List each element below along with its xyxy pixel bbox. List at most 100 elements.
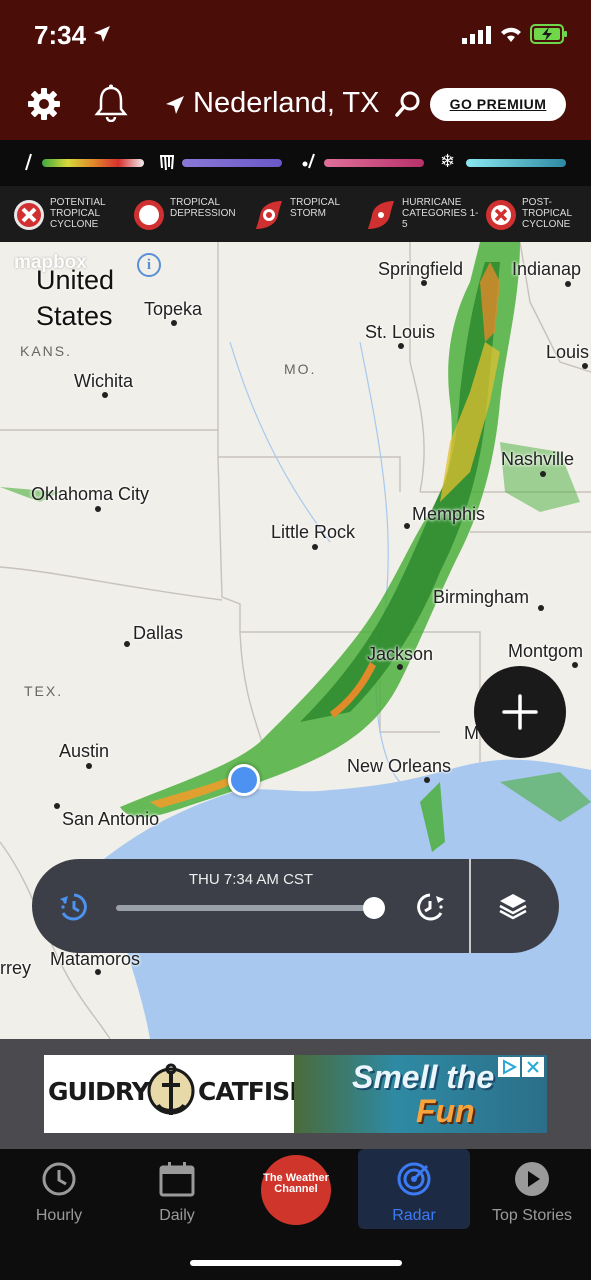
player-divider (469, 859, 471, 953)
add-location-button[interactable] (474, 666, 566, 758)
go-premium-button[interactable]: GO PREMIUM (430, 88, 566, 121)
city-label: Indianap (512, 259, 582, 279)
snow-legend: ❄ (440, 151, 568, 174)
legend-tropical-depression: TROPICAL DEPRESSION (132, 194, 250, 234)
potential-cyclone-icon (14, 200, 44, 230)
app-header: 7:34 Nederland, TX GO PREMIUM (0, 0, 591, 140)
tropical-storm-icon (256, 201, 282, 229)
tropical-depression-icon (134, 200, 164, 230)
legend-post-tropical-cyclone: POST-TROPICAL CYCLONE (484, 194, 588, 234)
rain-legend (22, 152, 147, 174)
state-label: KANS. (20, 343, 73, 359)
city-label: Austin (59, 741, 110, 761)
snowflake-icon: ❄ (440, 151, 456, 171)
country-label: United States (36, 265, 115, 331)
close-ad-icon[interactable] (522, 1057, 544, 1077)
city-dot (124, 641, 130, 647)
city-label: Wichita (74, 371, 134, 391)
mix-scale-bar (324, 159, 424, 167)
city-dot (421, 280, 427, 286)
radar-timestamp: THU 7:34 AM CST (188, 871, 314, 888)
location-title[interactable]: Nederland, TX (193, 87, 379, 120)
tropical-legend: POTENTIAL TROPICAL CYCLONE TROPICAL DEPR… (0, 186, 591, 242)
cellular-signal-icon (462, 26, 491, 44)
city-dot (86, 763, 92, 769)
notifications-bell-icon[interactable] (94, 84, 128, 122)
city-dot (102, 392, 108, 398)
post-tropical-cyclone-icon (486, 200, 516, 230)
future-radar-icon[interactable] (414, 891, 446, 923)
city-dot (540, 471, 546, 477)
rain-scale-bar (42, 159, 144, 167)
ice-icon (160, 155, 174, 171)
snow-scale-bar (466, 159, 566, 167)
city-label: San Antonio (62, 809, 160, 829)
past-radar-icon[interactable] (58, 891, 90, 923)
nav-header: Nederland, TX GO PREMIUM (0, 70, 591, 140)
tab-radar[interactable]: Radar (358, 1149, 470, 1229)
play-circle-icon (515, 1162, 549, 1196)
city-label: Montgom (508, 641, 584, 661)
adchoices-icon[interactable] (498, 1057, 520, 1077)
city-label: Louis (546, 342, 590, 362)
search-icon[interactable] (395, 90, 421, 118)
legend-hurricane: HURRICANE CATEGORIES 1-5 (364, 194, 482, 234)
radar-playback-control: THU 7:34 AM CST (32, 859, 559, 953)
city-label: Jackson (367, 644, 434, 664)
ad-banner-container: GUIDRY'S CATFISH Smell the Fun (0, 1039, 591, 1149)
wifi-icon (501, 27, 521, 42)
city-dot (312, 544, 318, 550)
city-dot (404, 523, 410, 529)
radar-timeline-handle[interactable] (363, 897, 386, 919)
map-layers-icon[interactable] (498, 891, 528, 921)
mix-legend (300, 152, 428, 174)
home-indicator[interactable] (190, 1260, 402, 1266)
tab-daily[interactable]: Daily (118, 1149, 236, 1229)
city-dot (582, 363, 588, 369)
status-time: 7:34 (34, 20, 87, 50)
state-label: MO. (284, 361, 317, 377)
ad-tagline-2: Fun (416, 1093, 475, 1129)
city-label: Memphis (412, 504, 486, 524)
city-label: Topeka (144, 299, 203, 319)
plus-icon (502, 694, 538, 730)
legend-tropical-storm: TROPICAL STORM (252, 194, 362, 234)
city-dot (95, 506, 101, 512)
city-dot (538, 605, 544, 611)
state-label: TEX. (24, 683, 64, 699)
ice-scale-bar (182, 159, 282, 167)
city-label: rrey (0, 958, 31, 978)
hurricane-icon (368, 201, 394, 229)
settings-gear-icon[interactable] (26, 86, 62, 122)
ice-legend (158, 152, 288, 174)
tab-hourly[interactable]: Hourly (0, 1149, 118, 1229)
city-dot (565, 281, 571, 287)
city-label: Birmingham (433, 587, 530, 607)
city-dot (95, 969, 101, 975)
city-label: Dallas (133, 623, 184, 643)
city-dot (54, 803, 60, 809)
radar-map[interactable]: mapbox i United States KANS. MO. TEX. Sp… (0, 242, 591, 1039)
city-dot (424, 777, 430, 783)
mix-icon (302, 153, 315, 169)
radar-timeline-track[interactable] (116, 905, 382, 911)
precipitation-legend: ❄ (0, 140, 591, 186)
status-bar: 7:34 (0, 0, 591, 70)
battery-charging-icon (530, 24, 567, 44)
city-dot (398, 343, 404, 349)
ad-brand-text-2: CATFISH (198, 1077, 310, 1106)
calendar-icon (159, 1162, 195, 1197)
the-weather-channel-logo[interactable]: The Weather Channel (261, 1155, 331, 1225)
tab-top-stories[interactable]: Top Stories (473, 1149, 591, 1229)
anchor-logo-icon (147, 1063, 195, 1115)
city-label: St. Louis (365, 322, 436, 342)
current-location-marker[interactable] (228, 764, 260, 796)
city-label: Nashville (501, 449, 575, 469)
city-dot (572, 662, 578, 668)
city-dot (397, 664, 403, 670)
radar-icon (397, 1162, 431, 1196)
ad-banner[interactable]: GUIDRY'S CATFISH Smell the Fun (44, 1055, 547, 1133)
location-services-icon (94, 26, 110, 42)
city-label: New Orleans (347, 756, 452, 776)
ad-tagline-1: Smell the (352, 1059, 495, 1095)
